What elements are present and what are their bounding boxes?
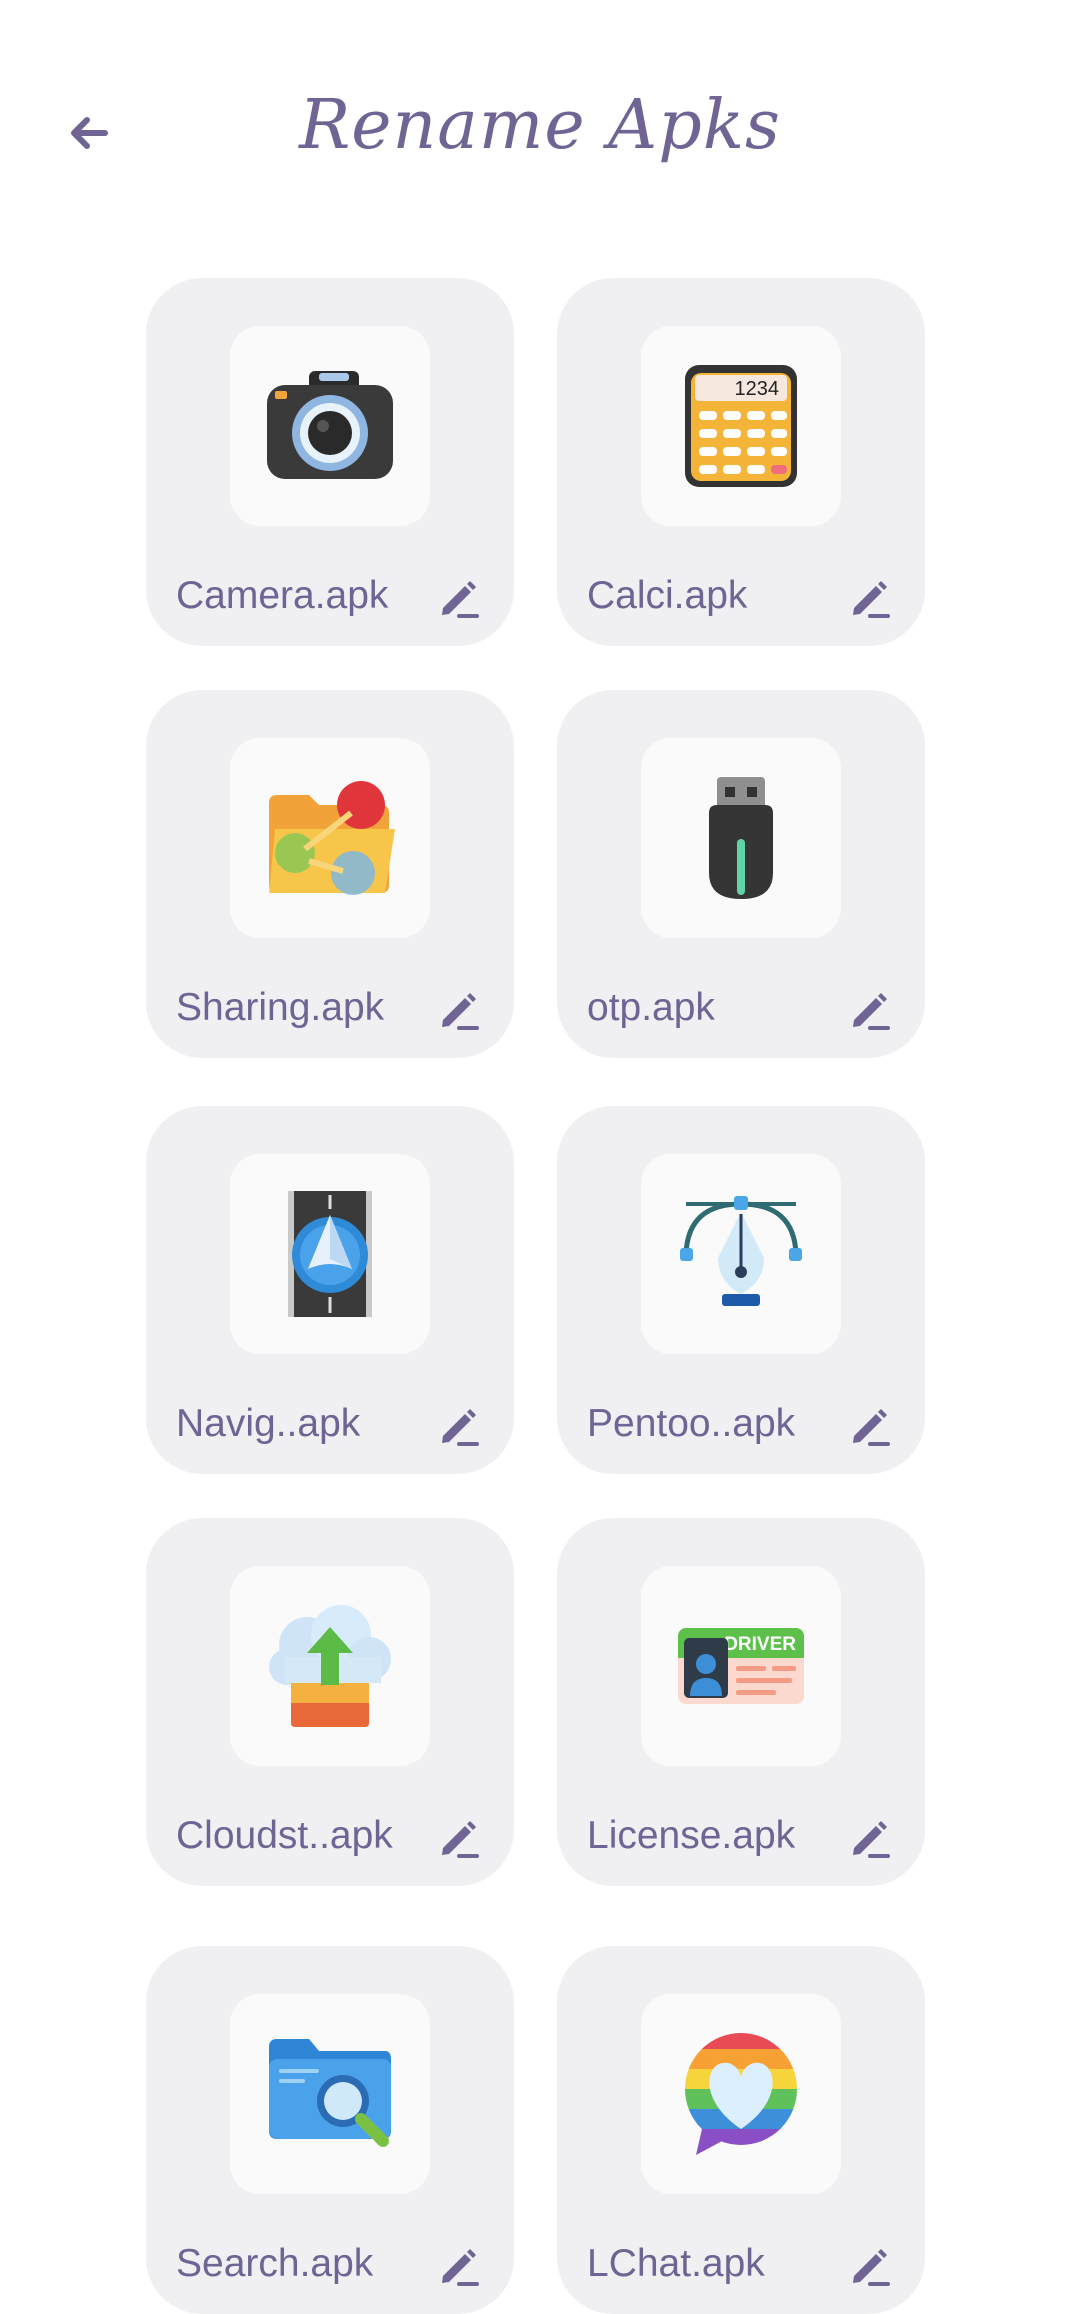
apk-name: LChat.apk (587, 2242, 765, 2285)
apk-icon-tile (230, 1154, 430, 1354)
calculator-display-text: 1234 (735, 378, 780, 400)
pencil-icon (442, 1821, 479, 1858)
apk-card-search[interactable]: Search.apk (146, 1946, 514, 2314)
pen-tool-icon (680, 1196, 802, 1306)
navigation-icon (288, 1191, 372, 1317)
edit-button[interactable] (432, 1398, 486, 1454)
apk-name: Sharing.apk (176, 986, 385, 1029)
pencil-icon (442, 581, 479, 618)
apk-icon-tile (230, 738, 430, 938)
pencil-icon (853, 2249, 890, 2286)
driver-license-icon: DRIVER (678, 1628, 804, 1704)
apk-name: Camera.apk (176, 574, 389, 617)
apk-name: Calci.apk (587, 574, 748, 617)
edit-button[interactable] (432, 982, 486, 1038)
apk-icon-tile (230, 1566, 430, 1766)
apk-name: Pentoo..apk (587, 1402, 796, 1445)
pencil-icon (853, 1409, 890, 1446)
apk-name: License.apk (587, 1814, 796, 1857)
apk-card-camera[interactable]: Camera.apk (146, 278, 514, 646)
apk-name: Search.apk (176, 2242, 374, 2285)
usb-drive-icon (709, 777, 773, 899)
apk-card-pentoo[interactable]: Pentoo..apk (557, 1106, 925, 1474)
apk-icon-tile: 1234 (641, 326, 841, 526)
apk-card-navig[interactable]: Navig..apk (146, 1106, 514, 1474)
apk-name: otp.apk (587, 986, 715, 1029)
apk-icon-tile (641, 738, 841, 938)
edit-button[interactable] (843, 1810, 897, 1866)
edit-button[interactable] (432, 570, 486, 626)
search-folder-icon (269, 2039, 391, 2147)
apk-card-otp[interactable]: otp.apk (557, 690, 925, 1058)
chat-heart-icon (685, 2033, 797, 2155)
apk-card-sharing[interactable]: Sharing.apk (146, 690, 514, 1058)
apk-card-license[interactable]: DRIVER License.apk (557, 1518, 925, 1886)
pencil-icon (853, 1821, 890, 1858)
edit-button[interactable] (843, 2238, 897, 2294)
pencil-icon (442, 1409, 479, 1446)
license-card-text: DRIVER (724, 1634, 796, 1655)
apk-icon-tile (641, 1994, 841, 2194)
edit-button[interactable] (432, 1810, 486, 1866)
apk-card-calci[interactable]: 1234 Calci.apk (557, 278, 925, 646)
edit-button[interactable] (843, 1398, 897, 1454)
folder-share-icon (269, 781, 395, 895)
edit-button[interactable] (843, 982, 897, 1038)
pencil-icon (442, 2249, 479, 2286)
page-title: Rename Apks (299, 86, 781, 165)
apk-icon-tile: DRIVER (641, 1566, 841, 1766)
pencil-icon (853, 993, 890, 1030)
edit-button[interactable] (432, 2238, 486, 2294)
edit-button[interactable] (843, 570, 897, 626)
pencil-icon (442, 993, 479, 1030)
apk-card-lchat[interactable]: LChat.apk (557, 1946, 925, 2314)
apk-icon-tile (230, 326, 430, 526)
pencil-icon (853, 581, 890, 618)
apk-name: Cloudst..apk (176, 1814, 393, 1857)
camera-icon (267, 371, 393, 479)
calculator-icon: 1234 (685, 365, 797, 487)
apk-card-cloudst[interactable]: Cloudst..apk (146, 1518, 514, 1886)
apk-icon-tile (641, 1154, 841, 1354)
apk-name: Navig..apk (176, 1402, 361, 1445)
cloud-upload-icon (269, 1605, 391, 1727)
apk-icon-tile (230, 1994, 430, 2194)
